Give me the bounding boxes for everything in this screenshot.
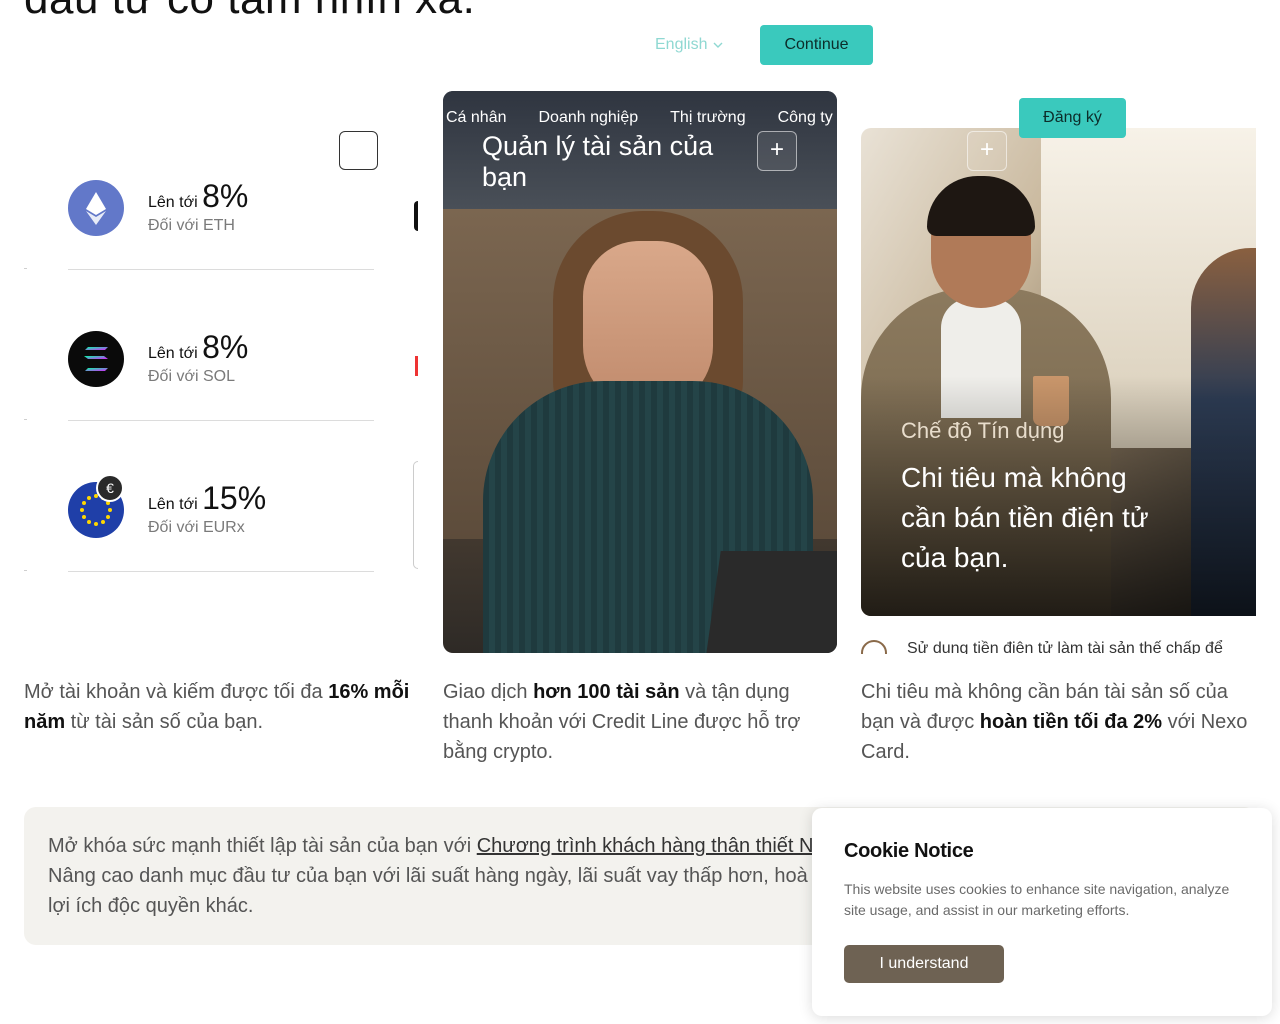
rate-value: 15% xyxy=(202,480,267,516)
accept-cookies-button[interactable]: I understand xyxy=(844,945,1004,983)
rate-row-eth: Lên tới 8% Đối với ETH xyxy=(24,120,374,270)
cookie-notice: Cookie Notice This website uses cookies … xyxy=(812,808,1272,1016)
credit-subtext-label: Sử dụng tiền điện tử làm tài sản thế chấ… xyxy=(907,640,1223,654)
language-label: English xyxy=(655,36,708,53)
rate-text: Lên tới 8% Đối với ETH xyxy=(148,178,248,235)
nav-item-business[interactable]: Doanh nghiệp xyxy=(539,109,639,127)
next-slide-peek xyxy=(415,356,418,376)
desc-highlight: hơn 100 tài sản xyxy=(533,681,680,703)
rate-row-eurx: € Lên tới 15% Đối với EURx xyxy=(24,422,374,572)
rate-prefix: Lên tới xyxy=(148,345,198,362)
desc-text: từ tài sản số của bạn. xyxy=(65,711,264,733)
solana-icon xyxy=(68,331,124,387)
nav-item-company[interactable]: Công ty xyxy=(778,109,833,127)
desc-highlight: hoàn tiền tối đa 2% xyxy=(979,711,1163,733)
card-title: Quản lý tài sản của bạn xyxy=(482,131,714,192)
expand-button[interactable]: + xyxy=(757,131,797,171)
rate-asset: Đối với ETH xyxy=(148,217,235,234)
credit-mode-card[interactable]: + Chế độ Tín dụng Chi tiêu mà không cần … xyxy=(861,128,1256,616)
signup-button[interactable]: Đăng ký xyxy=(1019,98,1126,138)
nav-item-markets[interactable]: Thị trường xyxy=(670,109,745,127)
rate-text: Lên tới 8% Đối với SOL xyxy=(148,329,248,386)
description-trade: Giao dịch hơn 100 tài sản và tận dụng th… xyxy=(443,677,837,767)
desc-text: Giao dịch xyxy=(443,681,534,703)
euro-badge: € xyxy=(96,474,124,502)
photo-laptop xyxy=(705,551,837,653)
rate-value: 8% xyxy=(202,178,249,214)
rate-prefix: Lên tới xyxy=(148,496,198,513)
language-selector[interactable]: English xyxy=(655,36,723,54)
rates-card: Lên tới 8% Đối với ETH Lên tới 8% Đối vớ… xyxy=(24,91,418,653)
credit-headline: Chi tiêu mà không cần bán tiền điện tử c… xyxy=(901,462,1149,573)
loyalty-program-link[interactable]: Chương trình khách hàng thân thiết N xyxy=(477,835,814,857)
expand-button[interactable]: + xyxy=(967,131,1007,171)
divider-tick xyxy=(24,419,27,420)
continue-button[interactable]: Continue xyxy=(760,25,873,65)
loyalty-text: Mở khóa sức mạnh thiết lập tài sản của b… xyxy=(48,835,477,857)
next-slide-peek xyxy=(413,461,418,569)
ethereum-icon xyxy=(68,180,124,236)
rate-value: 8% xyxy=(202,329,249,365)
credit-mode-label: Chế độ Tín dụng xyxy=(901,418,1065,443)
divider-tick xyxy=(24,268,27,269)
eu-flag-icon: € xyxy=(68,474,124,538)
progress-ring-icon xyxy=(861,640,887,654)
credit-subtext: Sử dụng tiền điện tử làm tài sản thế chấ… xyxy=(861,640,1256,654)
description-spend: Chi tiêu mà không cần bán tài sản số của… xyxy=(861,677,1255,767)
description-earn: Mở tài khoản và kiếm được tối đa 16% mỗi… xyxy=(24,677,418,737)
rate-prefix: Lên tới xyxy=(148,194,198,211)
rate-asset: Đối với EURx xyxy=(148,519,245,536)
page-heading: đầu tư có tầm nhìn xa. xyxy=(24,0,475,24)
cookie-body: This website uses cookies to enhance sit… xyxy=(844,881,1230,918)
cookie-title: Cookie Notice xyxy=(844,840,974,862)
photo-man-hair xyxy=(927,176,1035,236)
rate-row-sol: Lên tới 8% Đối với SOL xyxy=(24,271,374,421)
divider-tick xyxy=(24,570,27,571)
rate-text: Lên tới 15% Đối với EURx xyxy=(148,480,266,537)
chevron-down-icon xyxy=(713,42,723,48)
wealth-management-card[interactable]: Cá nhân Doanh nghiệp Thị trường Công ty … xyxy=(443,91,837,653)
main-nav: Cá nhân Doanh nghiệp Thị trường Công ty xyxy=(446,109,833,127)
rate-asset: Đối với SOL xyxy=(148,368,235,385)
desc-text: Mở tài khoản và kiếm được tối đa xyxy=(24,681,329,703)
next-slide-peek xyxy=(414,201,418,231)
nav-item-personal[interactable]: Cá nhân xyxy=(446,109,507,127)
